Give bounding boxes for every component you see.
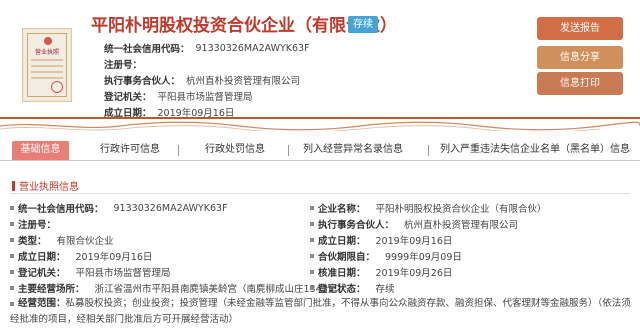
bullet-icon [10,222,14,226]
summary-row-partner: 执行事务合伙人： 杭州直朴投资管理有限公司 [104,76,301,87]
detail-type: 类型： 有限合伙企业 [10,232,114,248]
bullet-icon [10,286,14,290]
section-title: 营业执照信息 [12,178,79,193]
tab-admin-license[interactable]: 行政许可信息 [100,141,160,160]
detail-approval-date: 核准日期： 2019年09月26日 [310,264,452,280]
summary-row-authority: 登记机关： 平阳县市场监督管理局 [104,92,253,103]
header-divider [0,117,640,119]
bullet-icon [310,238,314,242]
bullet-icon [10,302,14,306]
detail-partnership-term: 合伙期限自： 9999年09月09日 [310,248,462,264]
summary-row-reg-number: 注册号： [104,60,143,71]
bullet-icon [310,254,314,258]
bullet-icon [310,286,314,290]
license-title: 营业执照 [34,49,59,56]
info-tabs: 基础信息 行政许可信息 行政处罚信息 列入经营异常名录信息 列入严重违法失信企业… [0,141,640,161]
detail-credit-code: 统一社会信用代码： 91330326MA2AWYK63F [10,200,228,216]
tab-basic-info[interactable]: 基础信息 [12,141,69,160]
detail-established-right: 成立日期： 2019年09月16日 [310,232,452,248]
detail-authority: 登记机关： 平阳县市场监督管理局 [10,264,171,280]
business-scope: 经营范围：私募股权投资；创业投资；投资管理（未经金融等监管部门批准，不得从事向公… [10,298,631,325]
tab-separator [178,145,179,156]
bullet-icon [310,270,314,274]
tab-admin-penalty[interactable]: 行政处罚信息 [205,141,265,160]
license-text-line [31,71,63,73]
detail-established: 成立日期： 2019年09月16日 [10,248,152,264]
tab-abnormal-list[interactable]: 列入经营异常名录信息 [303,141,403,160]
detail-company-name: 企业名称： 平阳朴明股权投资合伙企业（有限合伙） [310,200,547,216]
detail-registration-status: 登记状态： 存续 [310,280,395,296]
decorative-wave-divider [0,121,640,131]
license-text-line [31,59,63,61]
tab-blacklist[interactable]: 列入严重违法失信企业名单（黑名单）信息 [440,141,630,160]
tab-separator [288,145,289,156]
tab-separator [428,145,429,156]
summary-info: 统一社会信用代码： 91330326MA2AWYK63F 注册号： 执行事务合伙人… [104,40,310,120]
license-text-line [31,77,63,79]
section-marker [12,180,15,191]
bullet-icon [10,254,14,258]
summary-row-credit-code: 统一社会信用代码： 91330326MA2AWYK63F [104,42,310,56]
national-emblem-icon [44,37,52,45]
license-text-line [31,65,63,67]
detail-executive-partner: 执行事务合伙人： 杭州直朴投资管理有限公司 [310,216,518,232]
bullet-icon [10,270,14,274]
section-divider [10,193,630,194]
bullet-icon [10,238,14,242]
print-info-button[interactable]: 信息打印 [537,72,623,95]
bullet-icon [310,206,314,210]
seal-icon [51,81,63,93]
business-scope-text: 私募股权投资；创业投资；投资管理（未经金融等监管部门批准，不得从事向公众融资存款… [10,298,631,325]
bullet-icon [10,206,14,210]
detail-reg-number: 注册号： [10,216,66,232]
send-report-button[interactable]: 发送报告 [537,17,623,40]
status-badge: 存续 [348,16,378,33]
business-license-image[interactable]: 营业执照 [22,28,72,102]
share-info-button[interactable]: 信息分享 [537,46,623,69]
bullet-icon [310,222,314,226]
detail-address: 主要经营场所： 浙江省温州市平阳县南麂镇美龄宫（南麂柳成山庄1343室） [10,280,347,296]
